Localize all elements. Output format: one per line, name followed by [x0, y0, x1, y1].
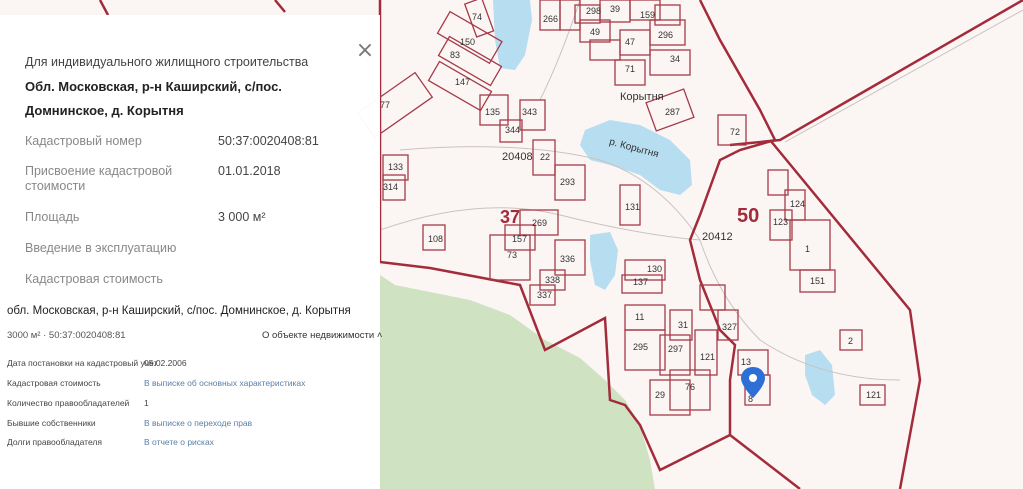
parcel-label-74: 74 [472, 12, 482, 22]
close-icon[interactable]: × [355, 40, 375, 62]
parcel-label-49: 49 [590, 27, 600, 37]
address-title: Обл. Московская, р-н Каширский, с/пос. Д… [25, 75, 355, 123]
parcel-label-269: 269 [532, 218, 547, 228]
detail-link[interactable]: В выписке об основных характеристиках [144, 378, 305, 388]
row-label: Введение в эксплуатацию [25, 241, 177, 255]
parcel-label-336: 336 [560, 254, 575, 264]
address-line-1: Обл. Московская, р-н Каширский, с/пос. [25, 79, 282, 94]
parcel-label-131: 131 [625, 202, 640, 212]
pond-right [805, 350, 835, 405]
chevron-up-icon[interactable]: ˄ [377, 330, 383, 341]
parcel-label-108: 108 [428, 234, 443, 244]
parcel-label-266: 266 [543, 14, 558, 24]
row-label: Присвоение кадастровой стоимости [25, 164, 173, 193]
about-object-label[interactable]: О объекте недвижимости [262, 330, 374, 341]
parcel-label-344: 344 [505, 125, 520, 135]
parcel-label-287: 287 [665, 107, 680, 117]
parcel-label-2: 2 [848, 336, 853, 346]
detail-label: Бывшие собственники [7, 418, 96, 428]
parcel-label-123: 123 [773, 217, 788, 227]
parcel-label-157: 157 [512, 234, 527, 244]
parcel-label-77: 77 [380, 100, 390, 110]
parcel-label-13: 13 [741, 357, 751, 367]
block-label-50: 50 [737, 205, 759, 227]
parcel-label-130: 130 [647, 264, 662, 274]
quarter-label-20412: 20412 [702, 231, 733, 243]
row-value: 01.01.2018 [218, 164, 281, 178]
river-pond [580, 120, 692, 195]
detail-label: Дата постановки на кадастровый учет [7, 358, 158, 368]
detail-value: 05.02.2006 [144, 358, 187, 368]
parcel-label-29: 29 [655, 390, 665, 400]
parcel-label-135: 135 [485, 107, 500, 117]
parcel-label-47: 47 [625, 37, 635, 47]
parcel-label-137: 137 [633, 277, 648, 287]
parcel-label-298: 298 [586, 6, 601, 16]
parcel-label-147: 147 [455, 77, 470, 87]
detail-label: Долги правообладателя [7, 437, 102, 447]
parcel-label-34: 34 [670, 54, 680, 64]
parcel-label-83: 83 [450, 50, 460, 60]
parcel-label-343: 343 [522, 107, 537, 117]
quarter-label-20408: 20408 [502, 151, 533, 163]
detail-link[interactable]: В отчете о рисках [144, 437, 214, 447]
about-object-link[interactable]: О объекте недвижимости ˄ [262, 330, 382, 341]
parcel-label-39: 39 [610, 4, 620, 14]
parcel-label-76: 76 [685, 382, 695, 392]
parcel-label-31: 31 [678, 320, 688, 330]
parcel-label-151: 151 [810, 276, 825, 286]
parcel-label-293: 293 [560, 177, 575, 187]
parcel-label-159: 159 [640, 10, 655, 20]
parcel-label-22: 22 [540, 152, 550, 162]
land-use-subtitle: Для индивидуального жилищного строительс… [25, 55, 309, 69]
parcel-label-338: 338 [545, 275, 560, 285]
row-value[interactable]: 50:37:0020408:81 [218, 134, 319, 148]
row-value: 3 000 м² [218, 210, 266, 224]
row-label: Площадь [25, 210, 80, 224]
parcel-label-72: 72 [730, 127, 740, 137]
parcel-label-11: 11 [635, 312, 644, 322]
block-label-37: 37 [500, 207, 520, 227]
parcel-label-295: 295 [633, 342, 648, 352]
parcel-label-150: 150 [460, 37, 475, 47]
row-label: Кадастровая стоимость [25, 272, 163, 286]
parcel-label-327: 327 [722, 322, 737, 332]
village-label: Корытня [620, 91, 664, 103]
detail-label: Количество правообладателей [7, 398, 130, 408]
parcel-label-337: 337 [537, 290, 552, 300]
detail-value: 1 [144, 398, 149, 408]
parcel-label-121: 121 [700, 352, 715, 362]
pond-middle [590, 232, 618, 290]
row-label: Кадастровый номер [25, 134, 142, 148]
parcel-label-121b: 121 [866, 390, 881, 400]
details-subheader: 3000 м² · 50:37:0020408:81 [7, 330, 126, 341]
forest-area [380, 275, 655, 489]
parcel-label-124: 124 [790, 199, 805, 209]
parcel-label-1: 1 [805, 244, 810, 254]
detail-link[interactable]: В выписке о переходе прав [144, 418, 252, 428]
parcel-label-296: 296 [658, 30, 673, 40]
parcel-label-297: 297 [668, 344, 683, 354]
parcel-label-71: 71 [625, 64, 635, 74]
pond-top [493, 0, 532, 70]
parcel-label-73: 73 [507, 250, 517, 260]
detail-label: Кадастровая стоимость [7, 378, 101, 388]
parcel-label-314: 314 [383, 182, 398, 192]
parcel-label-133: 133 [388, 162, 403, 172]
details-header: обл. Московская, р-н Каширский, с/пос. Д… [7, 305, 351, 317]
address-line-2: Домнинское, д. Корытня [25, 103, 184, 118]
